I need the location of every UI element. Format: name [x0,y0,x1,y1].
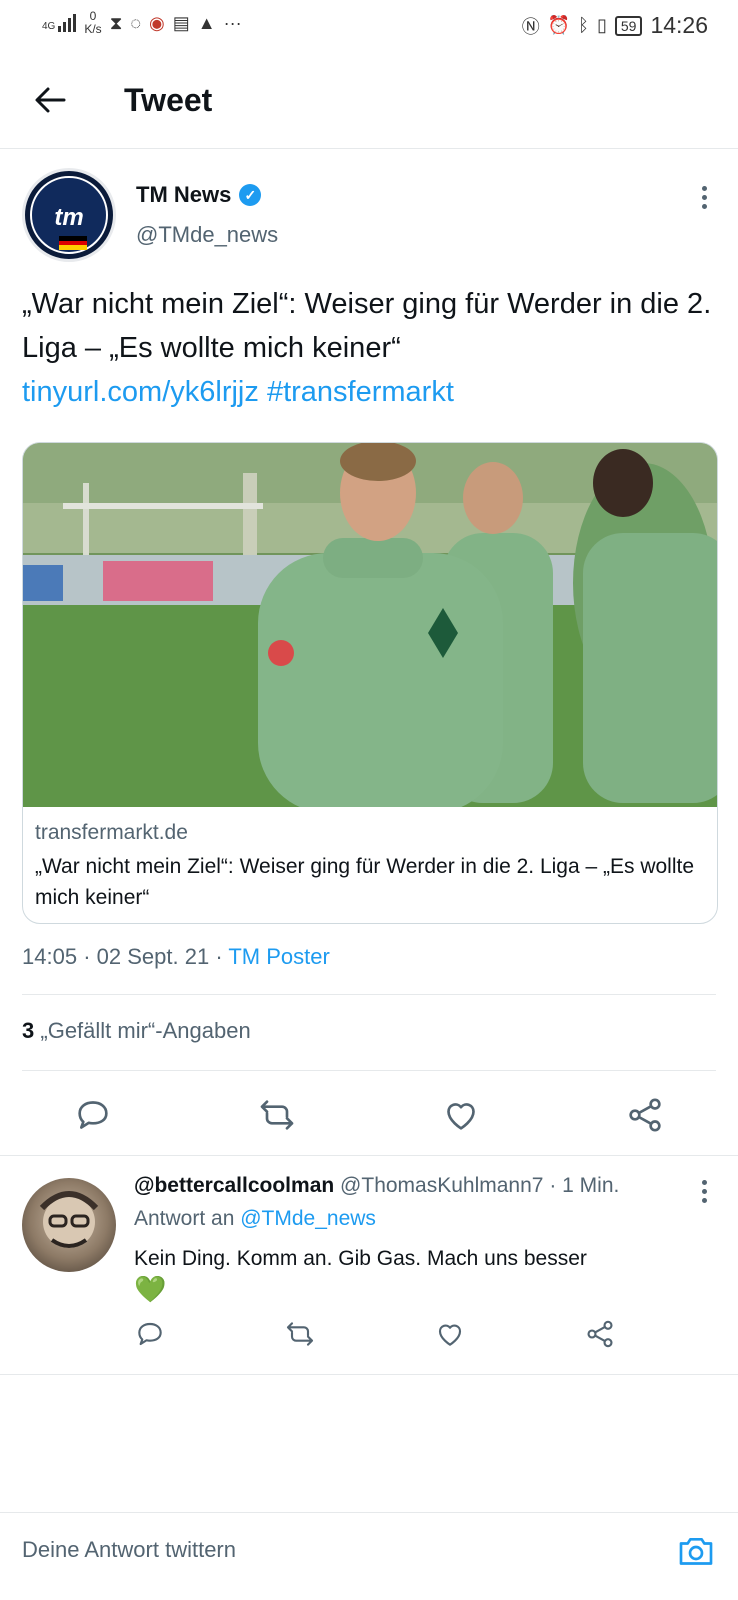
app-notification-icon: ◉ [149,12,165,33]
reply-share-button[interactable] [580,1314,620,1354]
avatar-logo-text: tm [54,204,84,231]
more-icon [694,186,714,209]
reply-text: Kein Ding. Komm an. Gib Gas. Mach uns be… [134,1247,587,1304]
share-icon [629,1098,661,1132]
calendar-icon: ▤ [172,12,190,33]
like-icon [438,1324,462,1346]
reply-tweet[interactable]: @bettercallcoolman @ThomasKuhlmann7 · 1 … [0,1155,738,1375]
german-flag-icon [59,236,87,250]
reply-more-button[interactable] [694,1176,714,1208]
card-title: „War nicht mein Ziel“: Weiser ging für W… [35,855,695,909]
tweet-link[interactable]: tinyurl.com/yk6lrjjz [22,376,259,408]
network-speed: 0 K/s [84,9,102,36]
card-domain: transfermarkt.de [35,821,188,844]
more-icon [694,1180,714,1203]
nfc-icon: Ⓝ [521,16,540,37]
tweet-time: 14:05 [22,944,78,969]
adidas-icon: ▲ [197,12,216,33]
reply-to-handle[interactable]: @TMde_news [240,1207,376,1230]
reply-author-handle[interactable]: @ThomasKuhlmann7 [340,1174,543,1197]
reply-reply-button[interactable] [130,1314,170,1354]
likes-label: „Gefällt mir“-Angaben [40,1018,251,1043]
retweet-button[interactable] [252,1090,302,1140]
status-bar: 4G 0 K/s ⧗ ◌ ◉ ▤ ▲ ··· Ⓝ ⏰ ᛒ ▯ 59 14:26 [0,0,738,52]
tweet-actions [0,1090,738,1140]
likes-count: 3 [22,1018,35,1043]
top-bar: Tweet [0,62,738,149]
reply-author-name[interactable]: @bettercallcoolman [134,1174,334,1197]
more-notifications-icon: ··· [223,12,242,33]
whatsapp-icon: ◌ [130,12,142,33]
author-avatar[interactable]: tm [22,168,116,262]
reply-avatar[interactable] [22,1178,116,1272]
page-title: Tweet [124,82,213,118]
likes-summary[interactable]: 3 „Gefällt mir“-Angaben [22,1018,251,1044]
battery-indicator: 59 [614,15,643,36]
reply-retweet-button[interactable] [280,1314,320,1354]
back-button[interactable] [30,80,70,120]
alarm-icon: ⏰ [547,15,571,35]
reply-like-button[interactable] [430,1314,470,1354]
reply-button[interactable] [68,1090,118,1140]
tweet-date: 02 Sept. 21 [96,944,210,969]
author-name[interactable]: TM News ✓ [136,182,262,208]
tweet-hashtag[interactable]: #transfermarkt [267,376,454,408]
like-button[interactable] [436,1090,486,1140]
more-options-button[interactable] [694,182,714,214]
network-type: 4G [42,21,56,32]
clock: 14:26 [650,12,708,38]
share-icon [587,1320,613,1348]
reply-to-label: Antwort an [134,1207,235,1230]
retweet-icon [286,1322,314,1346]
reply-input-placeholder[interactable]: Deine Antwort twittern [22,1537,236,1563]
divider [22,1070,716,1071]
bluetooth-icon: ᛒ [578,15,589,35]
camera-icon [679,1538,713,1565]
card-image [23,443,717,807]
divider [22,994,716,995]
verified-icon: ✓ [239,184,262,206]
reply-age: 1 Min. [562,1174,620,1197]
tweet-source[interactable]: TM Poster [228,944,329,969]
reply-composer[interactable]: Deine Antwort twittern [0,1512,738,1589]
back-arrow-icon [35,87,66,113]
tweet-meta: 14:05 · 02 Sept. 21 · TM Poster [22,944,330,969]
tweet-text: „War nicht mein Ziel“: Weiser ging für W… [22,288,712,408]
reply-header: @bettercallcoolman @ThomasKuhlmann7 · 1 … [134,1174,620,1197]
like-icon [447,1103,475,1130]
share-button[interactable] [620,1090,670,1140]
reply-icon [138,1322,162,1346]
reply-context: Antwort an @TMde_news [134,1207,376,1231]
vibrate-icon: ▯ [596,15,607,35]
reply-icon [78,1101,108,1129]
network-indicator: 4G [42,14,77,32]
reply-actions [0,1314,738,1354]
author-handle[interactable]: @TMde_news [136,222,278,248]
green-heart-emoji: 💚 [134,1274,167,1304]
hourglass-icon: ⧗ [109,12,123,33]
retweet-icon [260,1100,294,1130]
signal-icon [58,14,77,32]
camera-button[interactable] [676,1531,716,1571]
link-preview-card[interactable]: transfermarkt.de „War nicht mein Ziel“: … [22,442,718,924]
